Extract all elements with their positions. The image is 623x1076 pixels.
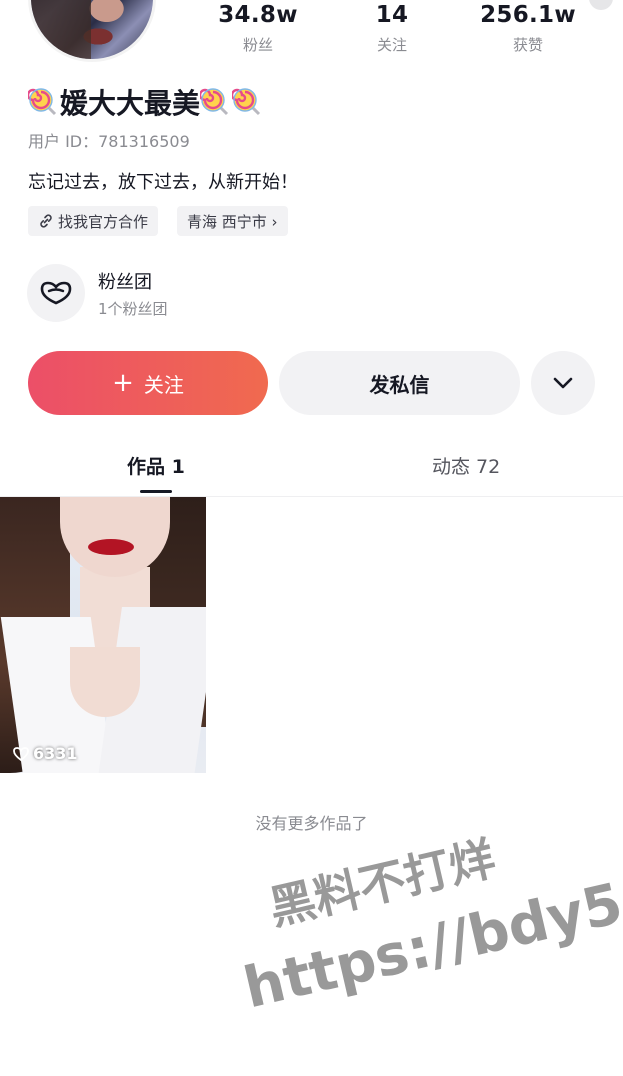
stat-followers[interactable]: 34.8w 粉丝: [198, 2, 318, 55]
work-like-count: 6331: [12, 744, 78, 763]
corner-bubble-icon: [589, 0, 613, 10]
fan-club-subtitle: 1个粉丝团: [98, 300, 168, 318]
no-more-works-text: 没有更多作品了: [255, 814, 368, 833]
likes-label: 获赞: [512, 36, 543, 54]
work-thumbnail[interactable]: [0, 497, 206, 773]
chevron-down-icon: [553, 377, 573, 389]
lollipop-icon: [232, 88, 261, 116]
stat-likes[interactable]: 256.1w 获赞: [468, 2, 588, 55]
likes-count: 256.1w: [480, 2, 576, 28]
tab-active-indicator: [140, 490, 172, 493]
location-tag[interactable]: 青海 西宁市 ›: [177, 206, 288, 236]
user-id: 用户 ID：781316509: [28, 132, 190, 151]
followers-count: 34.8w: [218, 2, 298, 28]
avatar[interactable]: [28, 0, 156, 62]
location-label: 青海 西宁市 ›: [187, 212, 278, 231]
thumbnail-chest: [70, 647, 140, 717]
more-button[interactable]: [531, 351, 595, 415]
followers-label: 粉丝: [242, 36, 273, 54]
stat-following[interactable]: 14 关注: [332, 2, 452, 55]
nickname-row: 媛大大最美: [28, 82, 264, 122]
heart-outline-icon: [13, 746, 29, 761]
tab-activity[interactable]: 动态 72: [432, 452, 500, 479]
tab-works[interactable]: 作品 1: [127, 452, 185, 479]
heart-mask-icon: [40, 281, 72, 305]
lollipop-icon: [28, 88, 57, 116]
plus-icon: +: [112, 368, 134, 398]
message-button[interactable]: 发私信: [279, 351, 520, 415]
official-collab-tag[interactable]: 找我官方合作: [28, 206, 159, 236]
fan-club-icon-wrapper[interactable]: [27, 264, 85, 322]
link-icon: [40, 214, 52, 228]
nickname-text: 媛大大最美: [60, 87, 201, 120]
fan-club-title[interactable]: 粉丝团: [98, 268, 152, 294]
bio-text: 忘记过去，放下过去，从新开始！: [28, 172, 298, 193]
official-collab-label: 找我官方合作: [58, 212, 149, 231]
lollipop-icon: [200, 88, 229, 116]
follow-label: 关注: [143, 372, 184, 397]
following-count: 14: [375, 2, 409, 28]
work-like-count-text: 6331: [33, 744, 78, 763]
avatar-hair-decoration: [31, 0, 91, 59]
thumbnail-lips: [88, 539, 134, 555]
follow-button[interactable]: + 关注: [28, 351, 268, 415]
following-label: 关注: [376, 36, 407, 54]
message-label: 发私信: [369, 372, 430, 397]
